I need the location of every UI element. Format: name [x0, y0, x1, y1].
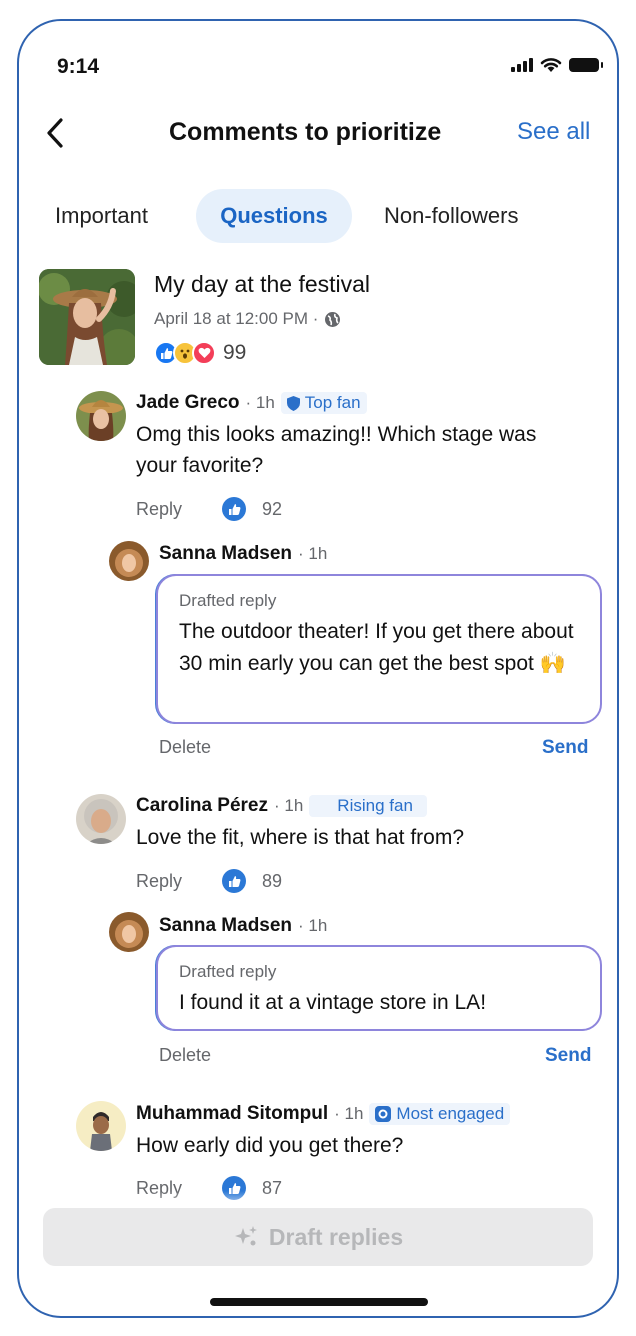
wifi-icon	[540, 58, 562, 72]
comment-author[interactable]: Jade Greco	[136, 392, 240, 414]
sparkle-icon	[234, 1226, 257, 1246]
comment-author[interactable]: Carolina Pérez	[136, 795, 268, 817]
draft-reply-box[interactable]: Drafted reply I found it at a vintage st…	[156, 945, 602, 1031]
comment-time: · 1h	[334, 1104, 364, 1123]
comment-actions: Reply 89	[136, 869, 282, 893]
globe-icon	[325, 311, 341, 327]
shield-icon	[286, 395, 300, 411]
battery-icon	[569, 58, 603, 72]
reply-button[interactable]: Reply	[136, 499, 182, 520]
draft-time: · 1h	[298, 544, 328, 563]
send-button[interactable]: Send	[545, 1045, 591, 1067]
signal-icon	[511, 58, 533, 72]
badge-label: Top fan	[304, 393, 361, 412]
draft-author[interactable]: Sanna Madsen	[159, 543, 292, 565]
like-count: 92	[262, 498, 283, 519]
like-icon[interactable]	[222, 869, 247, 893]
phone-screen: 9:14 Comments to prioritize See all Impo…	[17, 19, 619, 1318]
avatar[interactable]	[109, 541, 149, 581]
comment-header: Muhammad Sitompul · 1h Most engaged	[136, 1103, 511, 1125]
draft-replies-button[interactable]: Draft replies	[43, 1208, 593, 1266]
like-icon[interactable]	[222, 497, 247, 521]
comment-time: · 1h	[245, 393, 275, 412]
post-reactions[interactable]: 99	[154, 341, 246, 365]
draft-header: Sanna Madsen · 1h	[159, 915, 327, 937]
avatar[interactable]	[76, 1101, 126, 1151]
love-icon	[192, 341, 216, 365]
comment-actions: Reply 92	[136, 497, 282, 521]
draft-label: Drafted reply	[179, 962, 277, 981]
home-indicator[interactable]	[210, 1298, 428, 1306]
delete-button[interactable]: Delete	[159, 737, 211, 758]
engaged-icon	[375, 1106, 392, 1122]
draft-author[interactable]: Sanna Madsen	[159, 915, 292, 937]
comment-header: Carolina Pérez · 1h Rising fan	[136, 795, 427, 817]
reply-button[interactable]: Reply	[136, 871, 182, 892]
comment-text: Love the fit, where is that hat from?	[136, 826, 465, 849]
comment-header: Jade Greco · 1h Top fan	[136, 392, 367, 414]
draft-replies-label: Draft replies	[268, 1223, 404, 1250]
send-button[interactable]: Send	[542, 737, 588, 759]
draft-time: · 1h	[298, 916, 328, 935]
post-meta: April 18 at 12:00 PM ·	[154, 309, 341, 329]
status-badge: Rising fan	[309, 795, 427, 817]
page-title: Comments to prioritize	[169, 118, 442, 146]
see-all-link[interactable]: See all	[517, 118, 590, 146]
like-count: 89	[262, 870, 283, 891]
badge-label: Rising fan	[337, 796, 413, 815]
comment-text: How early did you get there?	[136, 1134, 404, 1157]
comment-author[interactable]: Muhammad Sitompul	[136, 1103, 328, 1125]
comment-text: Omg this looks amazing!! Which stage was…	[136, 423, 537, 477]
avatar[interactable]	[76, 794, 126, 844]
back-arrow-icon[interactable]	[43, 116, 69, 150]
tab-questions[interactable]: Questions	[196, 189, 352, 243]
status-time: 9:14	[57, 55, 100, 78]
post-thumbnail[interactable]	[39, 269, 135, 365]
post-date: April 18 at 12:00 PM ·	[154, 309, 319, 328]
status-badge: Most engaged	[369, 1103, 511, 1125]
draft-text[interactable]: I found it at a vintage store in LA!	[179, 987, 589, 1019]
status-badge: Top fan	[280, 392, 367, 414]
status-icons	[511, 57, 603, 73]
delete-button[interactable]: Delete	[159, 1045, 211, 1066]
draft-text[interactable]: The outdoor theater! If you get there ab…	[179, 616, 589, 680]
comment-time: · 1h	[274, 796, 304, 815]
post-title: My day at the festival	[154, 271, 371, 297]
draft-reply-box[interactable]: Drafted reply The outdoor theater! If yo…	[156, 574, 602, 724]
avatar[interactable]	[76, 391, 126, 441]
draft-label: Drafted reply	[179, 591, 277, 610]
tab-non-followers[interactable]: Non-followers	[384, 189, 564, 243]
reaction-count: 99	[223, 341, 247, 364]
badge-label: Most engaged	[396, 1104, 505, 1123]
avatar[interactable]	[109, 912, 149, 952]
draft-header: Sanna Madsen · 1h	[159, 543, 327, 565]
tab-important[interactable]: Important	[55, 189, 185, 243]
